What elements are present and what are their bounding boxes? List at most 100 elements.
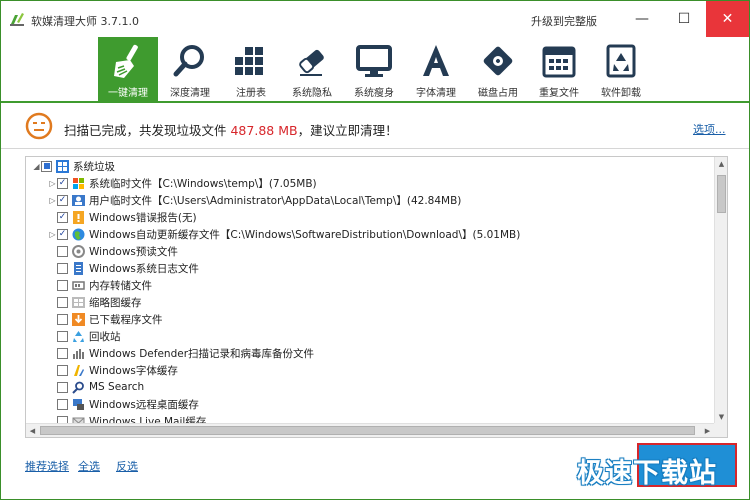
gear-drive-icon (72, 244, 85, 258)
windows-logo-icon (56, 159, 69, 173)
tree-item[interactable]: 回收站 (57, 328, 121, 344)
tree-item[interactable]: 已下载程序文件 (57, 311, 163, 327)
tree-checkbox[interactable]: ✓ (57, 228, 68, 240)
scrollbar-corner (714, 423, 727, 437)
tree-item-label: MS Search (89, 381, 145, 393)
search-icon (72, 381, 85, 394)
tree-checkbox[interactable] (57, 296, 68, 308)
tab-system-privacy[interactable]: 系统隐私 (282, 37, 342, 101)
tab-system-slim[interactable]: 系统瘦身 (344, 37, 404, 101)
tree-checkbox[interactable]: ✓ (57, 211, 68, 223)
tree-item[interactable]: Windows远程桌面缓存 (57, 396, 199, 412)
font-icon (423, 45, 449, 76)
tree-item[interactable]: Windows Defender扫描记录和病毒库备份文件 (57, 345, 314, 361)
tab-duplicate-files[interactable]: 重复文件 (529, 37, 589, 101)
tree-item-label: Windows自动更新缓存文件【C:\Windows\SoftwareDistr… (89, 228, 521, 241)
tree-checkbox[interactable] (57, 245, 68, 257)
tree-checkbox[interactable] (57, 279, 68, 291)
vertical-scrollbar[interactable]: ▲ ▼ (714, 157, 727, 423)
horizontal-scrollbar[interactable]: ◀ ▶ (26, 423, 714, 437)
title-bar[interactable]: 软媒清理大师 3.7.1.0 升级到完整版 — ☐ ✕ (1, 1, 749, 37)
scroll-down-icon[interactable]: ▼ (715, 410, 727, 423)
tree-item-label: 内存转储文件 (89, 279, 152, 292)
log-icon (72, 261, 85, 275)
broom-icon (114, 44, 138, 78)
tab-font-clean[interactable]: 字体清理 (406, 37, 466, 101)
defender-icon (72, 347, 85, 360)
tree-item-label: 用户临时文件【C:\Users\Administrator\AppData\Lo… (89, 194, 462, 207)
tree-item[interactable]: Windows预读文件 (57, 243, 178, 259)
calendar-icon (542, 46, 576, 78)
tree-item[interactable]: 缩略图缓存 (57, 294, 142, 310)
warning-icon (72, 210, 85, 224)
tree-root-system-junk[interactable]: ◢ 系统垃圾 (32, 158, 115, 174)
tree-checkbox[interactable] (57, 347, 68, 359)
status-prefix: 扫描已完成，共发现垃圾文件 (64, 123, 231, 138)
tab-one-click-clean[interactable]: 一键清理 (98, 37, 158, 101)
watermark-text: 极速下载站 (577, 458, 717, 489)
recycle-icon (606, 44, 636, 78)
expand-arrow-icon[interactable]: ▷ (48, 226, 57, 242)
tree-item[interactable]: ✓ Windows错误报告(无) (57, 209, 197, 225)
tree-item-label: 已下载程序文件 (89, 313, 163, 326)
junk-tree: ◢ 系统垃圾 ▷ ✓ 系统临时文件【C:\Windows\temp\】(7.05… (26, 157, 714, 428)
tab-deep-clean[interactable]: 深度清理 (160, 37, 220, 101)
memory-icon (72, 279, 85, 292)
font-cache-icon (72, 364, 85, 377)
tab-label: 系统瘦身 (354, 88, 394, 99)
tab-label: 注册表 (236, 88, 266, 99)
tree-item[interactable]: Windows字体缓存 (57, 362, 178, 378)
invert-select-link[interactable]: 反选 (116, 458, 138, 474)
tree-checkbox[interactable] (57, 313, 68, 325)
tree-item-label: Windows远程桌面缓存 (89, 398, 199, 411)
tree-item-label: Windows预读文件 (89, 245, 178, 258)
scroll-up-icon[interactable]: ▲ (715, 157, 727, 170)
select-all-link[interactable]: 全选 (78, 458, 100, 474)
tab-label: 深度清理 (170, 88, 210, 99)
minimize-button[interactable]: — (621, 1, 663, 37)
tree-item[interactable]: MS Search (57, 379, 144, 395)
tree-item[interactable]: ▷ ✓ Windows自动更新缓存文件【C:\Windows\SoftwareD… (48, 226, 520, 242)
tree-item[interactable]: 内存转储文件 (57, 277, 152, 293)
window-title: 软媒清理大师 3.7.1.0 (31, 15, 139, 28)
tree-item-label: Windows字体缓存 (89, 364, 178, 377)
tab-label: 系统隐私 (292, 88, 332, 99)
expand-arrow-icon[interactable]: ▷ (48, 175, 57, 191)
tree-item-label: 回收站 (89, 330, 121, 343)
tree-item[interactable]: ▷ ✓ 系统临时文件【C:\Windows\temp\】(7.05MB) (48, 175, 317, 191)
tab-registry[interactable]: 注册表 (221, 37, 281, 101)
expand-arrow-icon[interactable]: ▷ (48, 192, 57, 208)
app-logo-icon (10, 13, 24, 26)
download-icon (72, 312, 85, 326)
tree-item[interactable]: ▷ ✓ 用户临时文件【C:\Users\Administrator\AppDat… (48, 192, 461, 208)
tree-checkbox[interactable] (41, 160, 52, 172)
collapse-arrow-icon[interactable]: ◢ (32, 158, 41, 174)
scan-status-text: 扫描已完成，共发现垃圾文件 487.88 MB，建议立即清理！ (64, 120, 398, 139)
close-button[interactable]: ✕ (706, 1, 749, 37)
upgrade-link[interactable]: 升级到完整版 (531, 13, 597, 29)
tree-root-label: 系统垃圾 (73, 160, 115, 173)
windows-flag-icon (72, 177, 85, 190)
tree-item-label: Windows错误报告(无) (89, 211, 197, 224)
scroll-left-icon[interactable]: ◀ (26, 424, 39, 437)
tree-checkbox[interactable]: ✓ (57, 194, 68, 206)
tab-disk-usage[interactable]: 磁盘占用 (468, 37, 528, 101)
scroll-right-icon[interactable]: ▶ (701, 424, 714, 437)
vertical-scroll-thumb[interactable] (717, 175, 726, 213)
monitor-icon (356, 45, 392, 77)
tab-software-uninstall[interactable]: 软件卸载 (591, 37, 651, 101)
tree-checkbox[interactable] (57, 330, 68, 342)
options-link[interactable]: 选项... (693, 121, 726, 137)
tree-checkbox[interactable] (57, 381, 68, 393)
recommend-select-link[interactable]: 推荐选择 (25, 458, 69, 474)
tree-checkbox[interactable]: ✓ (57, 177, 68, 189)
tree-checkbox[interactable] (57, 262, 68, 274)
tree-checkbox[interactable] (57, 364, 68, 376)
tree-item-label: Windows Defender扫描记录和病毒库备份文件 (89, 347, 315, 360)
thumbnail-icon (72, 296, 85, 309)
tree-item[interactable]: Windows系统日志文件 (57, 260, 199, 276)
maximize-button[interactable]: ☐ (663, 1, 705, 37)
status-suffix: ，建议立即清理！ (297, 123, 398, 138)
horizontal-scroll-thumb[interactable] (40, 426, 695, 435)
tree-checkbox[interactable] (57, 398, 68, 410)
